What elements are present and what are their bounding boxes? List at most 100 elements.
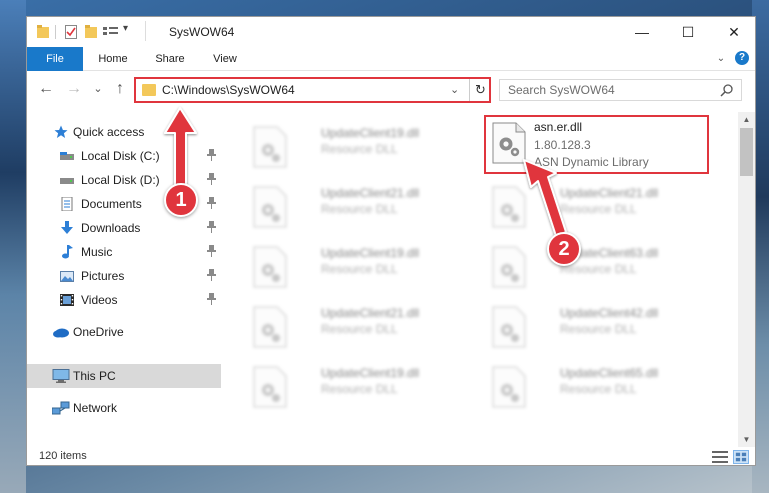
pin-icon[interactable] <box>207 245 216 257</box>
sidebar-item-local-disk-c[interactable]: Local Disk (C:) <box>27 144 221 168</box>
download-icon <box>61 221 73 234</box>
pin-icon[interactable] <box>207 269 216 281</box>
list-item[interactable]: UpdateClient19.dll Resource DLL <box>247 120 477 178</box>
details-view-icon[interactable] <box>712 450 728 464</box>
back-button[interactable]: ← <box>37 80 55 98</box>
list-item[interactable]: UpdateClient21.dll Resource DLL <box>486 180 716 238</box>
pin-icon[interactable] <box>207 149 216 161</box>
star-icon <box>54 125 68 138</box>
scroll-thumb[interactable] <box>740 128 753 176</box>
sidebar-item-music[interactable]: Music <box>27 240 221 264</box>
file-name: UpdateClient19.dll <box>321 366 420 380</box>
file-type: Resource DLL <box>321 262 398 276</box>
file-name: UpdateClient21.dll <box>560 186 659 200</box>
sidebar-item-label: Downloads <box>81 221 141 235</box>
scroll-down-icon[interactable]: ▼ <box>738 432 755 447</box>
dll-file-icon <box>253 126 287 168</box>
sidebar-item-onedrive[interactable]: OneDrive <box>27 320 221 344</box>
sidebar-item-label: Documents <box>81 197 142 211</box>
file-name: UpdateClient65.dll <box>560 366 659 380</box>
dll-file-icon <box>492 366 526 408</box>
music-icon <box>62 245 73 259</box>
list-item[interactable]: UpdateClient21.dll Resource DLL <box>247 300 477 358</box>
tab-file[interactable]: File <box>27 47 83 71</box>
videos-icon <box>60 294 74 306</box>
minimize-button[interactable]: — <box>619 17 665 47</box>
navigation-pane: Quick access Local Disk (C:) Local Disk … <box>27 112 221 442</box>
file-type: Resource DLL <box>321 382 398 396</box>
file-highlight-box <box>484 115 709 174</box>
pictures-icon <box>60 271 74 282</box>
maximize-button[interactable]: ☐ <box>665 17 711 47</box>
title-separator <box>55 25 56 39</box>
sidebar-item-label: OneDrive <box>73 325 124 339</box>
file-type: Resource DLL <box>321 202 398 216</box>
sidebar-item-label: This PC <box>73 369 116 383</box>
help-icon[interactable]: ? <box>735 51 749 65</box>
search-input[interactable] <box>508 83 718 97</box>
sidebar-item-videos[interactable]: Videos <box>27 288 221 312</box>
cloud-icon <box>53 328 69 338</box>
file-type: Resource DLL <box>560 202 637 216</box>
search-box[interactable] <box>499 79 742 101</box>
tiles-view-icon[interactable] <box>733 450 749 464</box>
list-item[interactable]: UpdateClient42.dll Resource DLL <box>486 300 716 358</box>
folder-icon[interactable] <box>37 25 49 39</box>
file-name: UpdateClient21.dll <box>321 186 420 200</box>
ribbon-tabs: File Home Share View ⌄ ? <box>27 47 755 71</box>
pin-icon[interactable] <box>207 293 216 305</box>
pin-icon[interactable] <box>207 197 216 209</box>
step-1-badge: 1 <box>164 183 198 217</box>
address-bar[interactable]: C:\Windows\SysWOW64 ⌄ ↻ <box>134 77 491 103</box>
sidebar-item-label: Videos <box>81 293 118 307</box>
drive-icon <box>60 152 74 160</box>
sidebar-item-label: Local Disk (C:) <box>81 149 160 163</box>
customize-toolbar-icon[interactable] <box>103 25 119 39</box>
vertical-scrollbar[interactable]: ▲ ▼ <box>738 112 755 447</box>
sidebar-item-downloads[interactable]: Downloads <box>27 216 221 240</box>
list-item[interactable]: UpdateClient19.dll Resource DLL <box>247 240 477 298</box>
file-type: Resource DLL <box>560 382 637 396</box>
list-item[interactable]: UpdateClient21.dll Resource DLL <box>247 180 477 238</box>
refresh-button[interactable]: ↻ <box>469 79 491 101</box>
expand-ribbon-icon[interactable]: ⌄ <box>713 51 729 67</box>
tab-share[interactable]: Share <box>143 47 197 71</box>
pin-icon[interactable] <box>207 173 216 185</box>
new-folder-icon[interactable] <box>85 25 97 39</box>
status-bar: 120 items <box>27 447 755 465</box>
title-separator-2 <box>145 21 146 41</box>
drive-icon <box>60 178 74 184</box>
up-button[interactable]: ↑ <box>111 80 129 98</box>
search-icon[interactable] <box>720 83 734 97</box>
pin-icon[interactable] <box>207 221 216 233</box>
network-icon <box>52 401 70 415</box>
list-item[interactable]: UpdateClient63.dll Resource DLL <box>486 240 716 298</box>
scroll-up-icon[interactable]: ▲ <box>738 112 755 127</box>
file-list: UpdateClient19.dll Resource DLL UpdateCl… <box>221 112 736 442</box>
properties-icon[interactable] <box>65 25 77 39</box>
folder-icon <box>142 84 156 96</box>
sidebar-item-network[interactable]: Network <box>27 396 221 420</box>
dll-file-icon <box>492 306 526 348</box>
quick-access-dropdown-icon[interactable]: ▾ <box>123 23 128 34</box>
forward-button[interactable]: → <box>65 80 83 98</box>
sidebar-item-pictures[interactable]: Pictures <box>27 264 221 288</box>
list-item[interactable]: UpdateClient19.dll Resource DLL <box>247 360 477 418</box>
list-item[interactable]: UpdateClient65.dll Resource DLL <box>486 360 716 418</box>
address-path[interactable]: C:\Windows\SysWOW64 <box>162 83 295 97</box>
window-title: SysWOW64 <box>169 25 235 39</box>
sidebar-item-label: Pictures <box>81 269 125 283</box>
address-dropdown-icon[interactable]: ⌄ <box>450 83 459 96</box>
tab-home[interactable]: Home <box>87 47 139 71</box>
recent-locations-button[interactable]: ⌄ <box>89 80 107 98</box>
sidebar-item-this-pc[interactable]: This PC <box>27 364 221 388</box>
file-type: Resource DLL <box>560 322 637 336</box>
documents-icon <box>61 197 73 211</box>
title-bar: ▾ SysWOW64 — ☐ ✕ <box>27 17 755 47</box>
tab-view[interactable]: View <box>201 47 249 71</box>
file-name: UpdateClient42.dll <box>560 306 659 320</box>
close-button[interactable]: ✕ <box>711 17 755 47</box>
dll-file-icon <box>253 246 287 288</box>
sidebar-item-quick-access[interactable]: Quick access <box>27 120 221 144</box>
computer-icon <box>52 369 70 383</box>
